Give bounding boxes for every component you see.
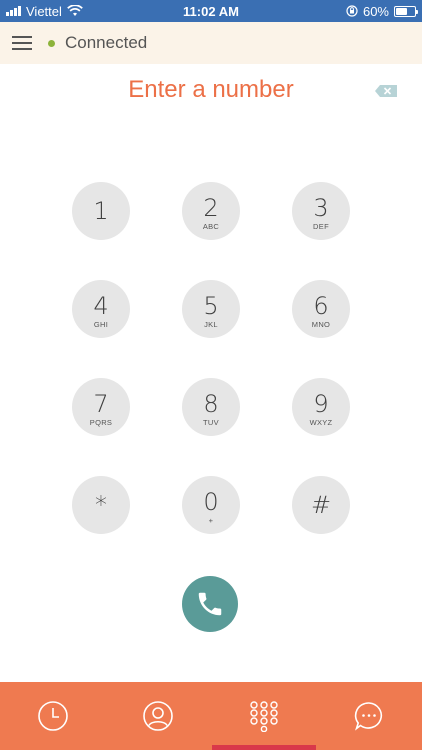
key-8[interactable]: 8 TUV <box>182 378 240 436</box>
key-digit: 9 <box>313 390 329 418</box>
key-1[interactable]: 1 <box>72 182 130 240</box>
connection-bar: Connected <box>0 22 422 64</box>
key-9[interactable]: 9 WXYZ <box>292 378 350 436</box>
key-digit: 8 <box>203 390 219 418</box>
key-star[interactable]: * <box>72 476 130 534</box>
key-letters: + <box>208 516 214 525</box>
key-0[interactable]: 0 + <box>182 476 240 534</box>
dialpad-icon <box>250 701 278 732</box>
status-bar: Viettel 11:02 AM 60% <box>0 0 422 22</box>
battery-percent: 60% <box>362 3 389 19</box>
tab-bar <box>0 682 422 750</box>
backspace-icon[interactable] <box>374 84 398 98</box>
key-digit: 7 <box>93 390 109 418</box>
menu-icon[interactable] <box>12 36 32 50</box>
phone-icon <box>198 592 222 616</box>
key-digit: 0 <box>203 488 219 516</box>
tab-recents[interactable] <box>0 682 106 750</box>
clock-icon <box>37 701 68 731</box>
battery-level <box>396 7 407 15</box>
status-dot <box>48 39 55 47</box>
contact-icon <box>143 701 174 731</box>
tab-messages[interactable] <box>317 682 422 750</box>
call-button[interactable] <box>182 576 238 632</box>
key-digit: 2 <box>203 194 219 222</box>
key-digit: 6 <box>313 292 329 320</box>
number-input[interactable]: Enter a number <box>0 76 422 104</box>
key-digit: * <box>95 491 107 519</box>
chat-icon <box>355 702 383 731</box>
carrier-name: Viettel <box>26 3 62 19</box>
key-5[interactable]: 5 JKL <box>182 280 240 338</box>
key-letters: DEF <box>313 222 329 231</box>
key-letters: ABC <box>202 222 220 231</box>
status-right: 60% <box>346 3 418 19</box>
signal-icon <box>6 6 21 16</box>
active-tab-indicator <box>212 745 316 750</box>
key-digit: # <box>310 491 332 519</box>
key-digit: 5 <box>203 292 219 320</box>
key-digit: 3 <box>313 194 329 222</box>
tab-keypad[interactable] <box>211 682 317 750</box>
key-letters: MNO <box>311 320 331 329</box>
key-letters: PQRS <box>89 418 113 427</box>
key-digit: 1 <box>93 197 109 225</box>
status-left: Viettel <box>6 4 83 19</box>
orientation-lock-icon <box>346 5 358 17</box>
key-7[interactable]: 7 PQRS <box>72 378 130 436</box>
battery-icon <box>394 5 418 17</box>
key-letters: JKL <box>204 320 218 329</box>
key-2[interactable]: 2 ABC <box>182 182 240 240</box>
key-3[interactable]: 3 DEF <box>292 182 350 240</box>
key-letters: TUV <box>203 418 219 427</box>
number-entry: Enter a number <box>0 64 422 116</box>
key-letters: WXYZ <box>309 418 333 427</box>
connection-status: Connected <box>65 33 148 52</box>
key-hash[interactable]: # <box>292 476 350 534</box>
key-digit: 4 <box>93 292 109 320</box>
tab-contacts[interactable] <box>106 682 212 750</box>
key-letters: GHI <box>93 320 109 329</box>
key-6[interactable]: 6 MNO <box>292 280 350 338</box>
key-4[interactable]: 4 GHI <box>72 280 130 338</box>
wifi-icon <box>67 5 83 16</box>
